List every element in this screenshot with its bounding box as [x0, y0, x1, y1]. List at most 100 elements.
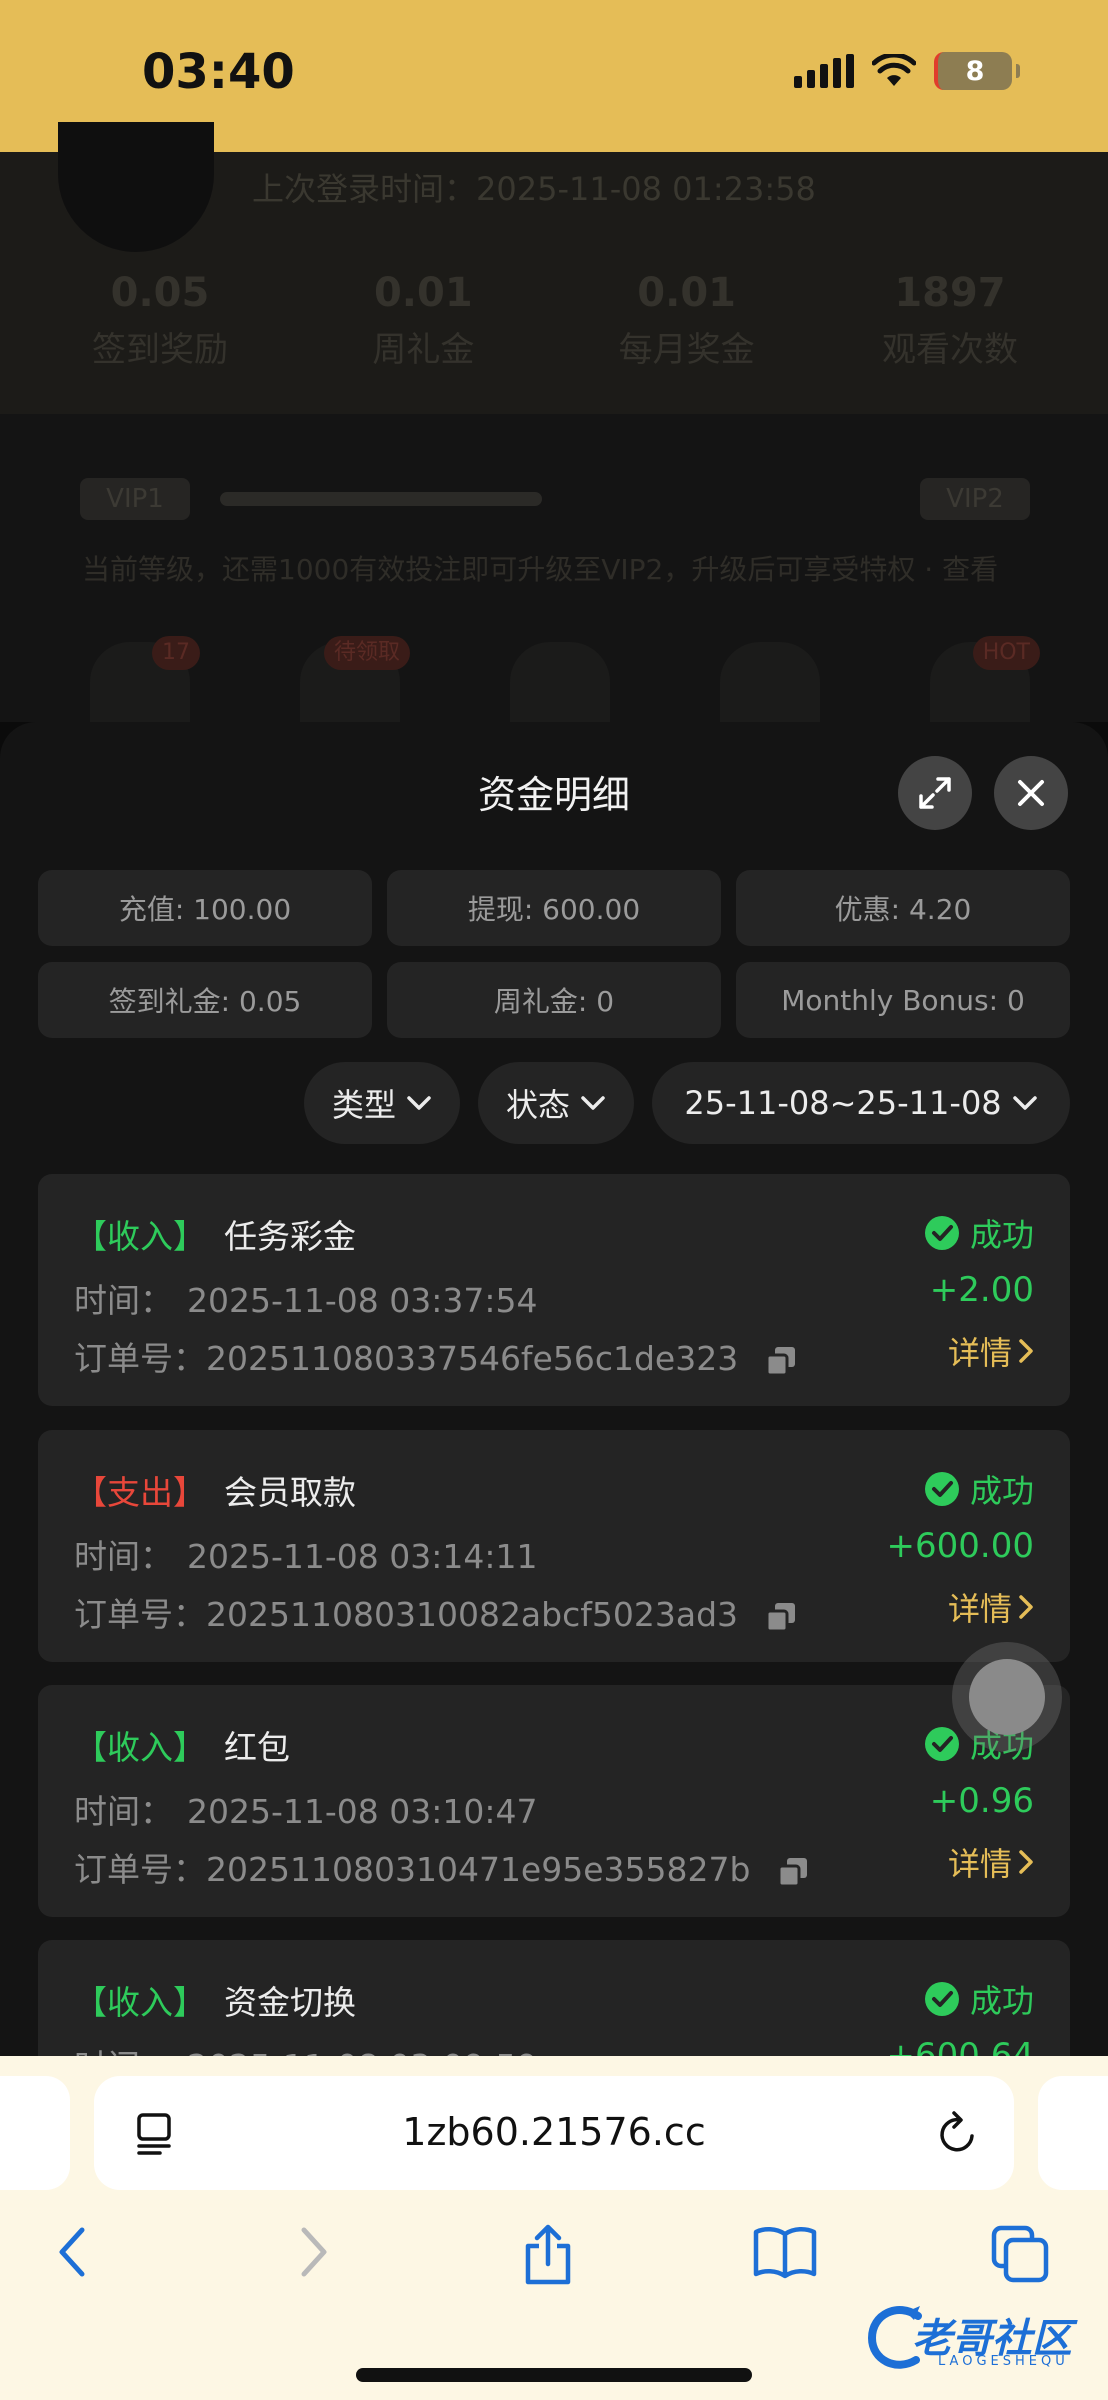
record-time-line: 时间： 2025-11-08 03:09:59	[74, 2040, 537, 2056]
chevron-down-icon	[1012, 1096, 1037, 1110]
detail-link[interactable]: 详情	[948, 1584, 1034, 1630]
record-kind: 【支出】	[74, 1473, 206, 1512]
expand-button[interactable]	[898, 756, 972, 830]
record-time-line: 时间： 2025-11-08 03:10:47	[74, 1785, 537, 1833]
detail-link[interactable]: 详情	[948, 1839, 1034, 1885]
record-kind: 【收入】	[74, 1983, 206, 2022]
record-time: 2025-11-08 03:09:59	[187, 2047, 537, 2056]
status-filter-label: 状态	[505, 1086, 570, 1124]
url-text: 1zb60.21576.cc	[402, 2110, 706, 2154]
record-time: 2025-11-08 03:14:11	[187, 1537, 538, 1576]
record-heading: 【收入】 资金切换	[74, 1976, 356, 2024]
last-login-time: 上次登录时间：2025-11-08 01:23:58	[252, 170, 816, 208]
record-status: 成功	[924, 1976, 1034, 2022]
vip-progress-bar	[220, 492, 542, 506]
vip-next-tag: VIP2	[920, 478, 1030, 520]
record-order-line: 订单号：202511080310082abcf5023ad3	[74, 1588, 797, 1636]
time-label: 时间：	[74, 1281, 173, 1320]
detail-label: 详情	[947, 1334, 1012, 1372]
floating-assistive-button[interactable]	[952, 1642, 1062, 1752]
record-title: 任务彩金	[224, 1217, 356, 1256]
back-icon[interactable]	[54, 2224, 90, 2280]
detail-link[interactable]: 详情	[948, 1328, 1034, 1374]
shortcut-icon	[720, 642, 820, 722]
type-filter[interactable]: 类型	[304, 1062, 460, 1144]
date-range-filter[interactable]: 25-11-08~25-11-08	[652, 1062, 1070, 1144]
chevron-down-icon	[407, 1096, 431, 1110]
status-filter[interactable]: 状态	[478, 1062, 634, 1144]
date-range-label: 25-11-08~25-11-08	[684, 1084, 1002, 1122]
next-tab-preview[interactable]	[1038, 2076, 1108, 2190]
shortcut-icon: 待领取	[300, 636, 410, 722]
time-label: 时间：	[74, 1792, 173, 1831]
record-title: 会员取款	[224, 1473, 356, 1512]
close-button[interactable]	[994, 756, 1068, 830]
record-amount: +600.00	[886, 1526, 1034, 1566]
record-time-line: 时间： 2025-11-08 03:37:54	[74, 1274, 537, 1322]
expand-icon	[919, 777, 951, 809]
record-order-number: 202511080310471e95e355827b	[206, 1850, 751, 1889]
chevron-right-icon	[1019, 1595, 1033, 1619]
filter-bar: 类型 状态 25-11-08~25-11-08	[304, 1062, 1070, 1144]
chevron-right-icon	[1019, 1339, 1033, 1363]
background-stats: 0.05 签到奖励 0.01 周礼金 0.01 每月奖金 1897 观看次数	[40, 270, 1070, 371]
summary-weekly-bonus: 周礼金: 0	[387, 962, 721, 1038]
battery-icon: 8	[934, 52, 1020, 90]
check-circle-icon	[924, 1982, 959, 2016]
record-time: 2025-11-08 03:10:47	[187, 1792, 538, 1831]
tabs-icon[interactable]	[990, 2224, 1050, 2284]
transaction-record[interactable]: 【收入】资金切换 时间： 2025-11-08 03:09:59 成功 +600.…	[38, 1940, 1070, 2056]
home-indicator[interactable]	[356, 2368, 752, 2382]
share-icon[interactable]	[520, 2224, 576, 2286]
record-status-text: 成功	[969, 1472, 1034, 1510]
stat-item: 1897 观看次数	[881, 270, 1018, 370]
time-label: 时间：	[74, 2047, 173, 2056]
transaction-record[interactable]: 【收入】 红包 时间： 2025-11-08 03:10:47 订单号：202511…	[38, 1685, 1070, 1917]
record-heading: 【收入】 任务彩金	[74, 1210, 356, 1258]
summary-recharge: 充值: 100.00	[38, 870, 372, 946]
summary-monthly-bonus: Monthly Bonus: 0	[736, 962, 1070, 1038]
summary-withdraw: 提现: 600.00	[387, 870, 721, 946]
summary-discount: 优惠: 4.20	[736, 870, 1070, 946]
record-status-text: 成功	[969, 1216, 1034, 1254]
bookmarks-icon[interactable]	[752, 2224, 818, 2280]
record-amount: +0.96	[929, 1781, 1034, 1821]
address-bar[interactable]: 1zb60.21576.cc	[94, 2076, 1014, 2190]
background-header: 上次登录时间：2025-11-08 01:23:58 0.05 签到奖励 0.01…	[0, 122, 1108, 414]
copy-icon[interactable]	[765, 1601, 797, 1633]
transaction-record[interactable]: 【支出】 会员取款 时间： 2025-11-08 03:14:11 订单号：2025…	[38, 1430, 1070, 1662]
forward-icon[interactable]	[296, 2224, 332, 2280]
vip-current-tag: VIP1	[80, 478, 190, 520]
chevron-down-icon	[581, 1096, 605, 1110]
stat-item: 0.01 每月奖金	[618, 270, 755, 370]
browser-chrome: 1zb60.21576.cc 老哥社区 LAOGESHEQU	[0, 2056, 1108, 2400]
record-order-number: 202511080310082abcf5023ad3	[206, 1595, 739, 1634]
browser-toolbar	[0, 2224, 1108, 2304]
copy-icon[interactable]	[777, 1856, 809, 1888]
copy-icon[interactable]	[765, 1345, 797, 1377]
cellular-signal-icon	[794, 54, 854, 88]
shortcut-icon: 17	[90, 636, 200, 722]
transaction-record[interactable]: 【收入】 任务彩金 时间： 2025-11-08 03:37:54 订单号：2025…	[38, 1174, 1070, 1406]
record-heading: 【支出】 会员取款	[74, 1466, 356, 1514]
record-kind: 【收入】	[74, 1728, 206, 1767]
stat-item: 0.05 签到奖励	[92, 270, 228, 370]
check-circle-icon	[924, 1472, 959, 1506]
status-time: 03:40	[142, 44, 295, 100]
previous-tab-preview[interactable]	[0, 2076, 70, 2190]
watermark-subtitle: LAOGESHEQU	[938, 2354, 1069, 2369]
record-status: 成功	[924, 1466, 1034, 1512]
shortcut-icon: HOT	[930, 636, 1040, 722]
status-icons: 8	[794, 52, 1020, 90]
summary-checkin-bonus: 签到礼金: 0.05	[38, 962, 372, 1038]
reload-icon[interactable]	[936, 2110, 980, 2156]
fund-detail-sheet: 资金明细 充值: 100.00 提现: 600.00 优惠: 4.20 签到礼金…	[0, 722, 1108, 2056]
order-label: 订单号：	[74, 1850, 206, 1889]
check-circle-icon	[924, 1216, 959, 1250]
close-icon	[1018, 780, 1044, 806]
detail-label: 详情	[947, 1590, 1012, 1628]
record-heading: 【收入】 红包	[74, 1721, 290, 1769]
vip-description: 当前等级，还需1000有效投注即可升级至VIP2，升级后可享受特权 · 查看	[82, 553, 999, 586]
record-status-text: 成功	[969, 1982, 1034, 2020]
record-kind: 【收入】	[74, 1217, 206, 1256]
